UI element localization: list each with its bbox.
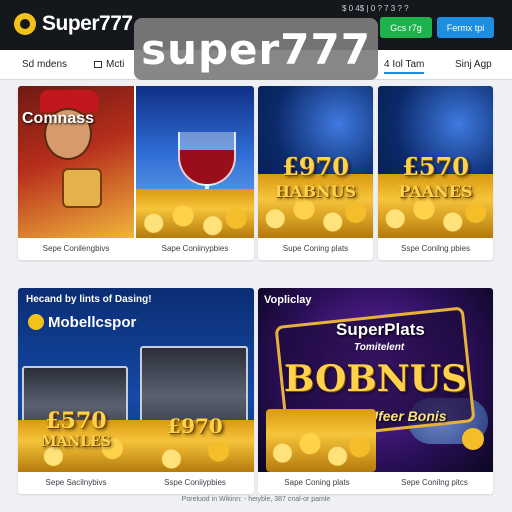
nav-item-2-label: Mcti [106, 59, 125, 70]
login-button[interactable]: Gcs r7g [380, 17, 432, 38]
card-caption: Sape Coniinypbies [161, 244, 229, 253]
card-header-line: Hecand by lints of Dasing! [26, 294, 152, 305]
card-thumbnail: Hecand by lints of Dasing! Mobellcspor £… [18, 288, 254, 472]
logo-coin-icon [14, 13, 36, 35]
promo-subtitle: Tomitelent [354, 342, 405, 353]
watermark-banner: super777 [134, 18, 378, 80]
card-caption: Sspe Coniiypbies [164, 478, 226, 487]
crest-icon [62, 168, 102, 208]
logo-text: Super777 [42, 12, 133, 35]
coin-icon [462, 428, 484, 450]
card-caption: Sepe Conilng pitcs [401, 478, 468, 487]
card-caption: Supe Coning plats [282, 244, 349, 253]
footer-text: Poreluod in Wikinn: - heiyble, 387 cnal-… [181, 496, 331, 503]
bonus-amount: £570 [45, 408, 107, 434]
brand-coin-icon [28, 314, 44, 330]
user-info: $ 0 4$ | 0 ? 7 3 ? ? [342, 4, 409, 13]
nav-item-4[interactable]: Sinj Agp [455, 59, 492, 70]
card-caption: Sepe Conilengbivs [42, 244, 110, 253]
game-card[interactable]: Comnass Sepe Conilengbivs Sape Coniinypb… [18, 86, 254, 260]
card-brand: Mobellcspor [48, 314, 137, 331]
card-caption: Sspe Conilng pbies [401, 244, 470, 253]
game-card[interactable]: £570 PAANES Sspe Conilng pbies [378, 86, 493, 260]
bonus-label: PAANES [398, 182, 473, 201]
card-caption: Sape Coning plats [284, 478, 350, 487]
bonus-amount: £570 [402, 152, 469, 181]
card-title: Comnass [22, 110, 95, 127]
nav-item-2[interactable]: Mcti [94, 59, 124, 70]
wine-glass-image [178, 132, 236, 186]
card-thumbnail [136, 86, 254, 238]
bonus-amount: £970 [167, 414, 223, 438]
promo-bonus-label: BOBNUS [283, 358, 468, 400]
bonus-label: HABNUS [274, 182, 357, 201]
card-thumbnail: £970 HABNUS [258, 86, 373, 238]
promo-sub-label: Ufeer Bonis [368, 408, 447, 424]
bonus-amount: £970 [282, 152, 349, 181]
game-card[interactable]: Vopliclay SuperPlats Tomitelent BOBNUS U… [258, 288, 493, 494]
card-thumbnail: £570 PAANES [378, 86, 493, 238]
promo-title: SuperPlats [336, 320, 425, 339]
site-logo[interactable]: Super777 [14, 12, 133, 36]
bonus-label: MANLES [41, 434, 111, 450]
gold-coins-image [136, 189, 254, 238]
card-thumbnail: Comnass [18, 86, 134, 238]
card-header-line: Vopliclay [264, 294, 312, 306]
card-thumbnail: Vopliclay SuperPlats Tomitelent BOBNUS U… [258, 288, 493, 472]
card-caption: Sepe Sacilnybivs [45, 478, 107, 487]
signup-button[interactable]: Fermx tpi [437, 17, 494, 38]
watermark-text: super777 [141, 24, 371, 74]
gold-coin-stack-image [266, 409, 376, 472]
game-card[interactable]: Hecand by lints of Dasing! Mobellcspor £… [18, 288, 254, 494]
nav-item-1[interactable]: Sd mdens [22, 59, 67, 70]
grid-icon [94, 61, 102, 68]
game-card[interactable]: £970 HABNUS Supe Coning plats [258, 86, 373, 260]
nav-item-3[interactable]: 4 Iol Tam [384, 59, 425, 74]
